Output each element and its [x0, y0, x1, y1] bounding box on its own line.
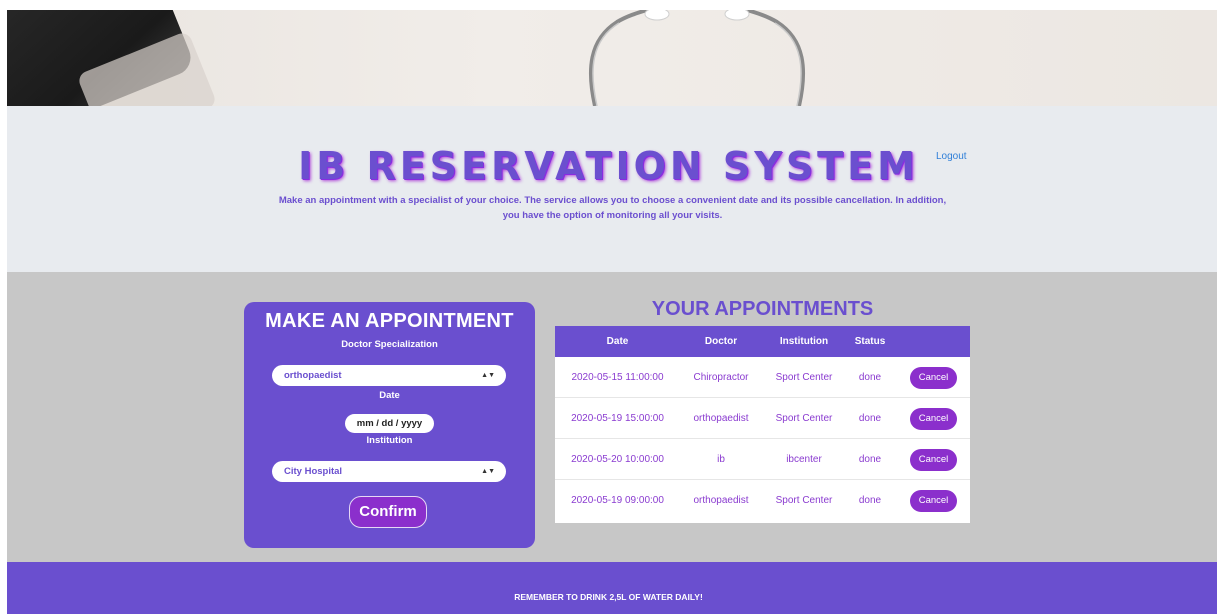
hero-banner-image: [7, 10, 1217, 106]
cell-doctor: Chiropractor: [693, 372, 749, 383]
date-label: Date: [379, 390, 400, 401]
cell-institution: ibcenter: [786, 454, 822, 465]
table-row: 2020-05-15 11:00:00 Chiropractor Sport C…: [555, 357, 970, 398]
cell-date: 2020-05-20 10:00:00: [571, 454, 664, 465]
column-header-institution: Institution: [779, 336, 829, 347]
table-row: 2020-05-19 15:00:00 orthopaedist Sport C…: [555, 398, 970, 439]
table-header: Date Doctor Institution Status: [555, 326, 970, 357]
cell-date: 2020-05-19 15:00:00: [571, 413, 664, 424]
cell-date: 2020-05-15 11:00:00: [571, 372, 664, 383]
footer-message: REMEMBER TO DRINK 2,5L OF WATER DAILY!: [514, 592, 703, 602]
date-input[interactable]: mm / dd / yyyy: [345, 414, 434, 433]
institution-select[interactable]: City Hospital ▲▼: [272, 461, 506, 482]
column-header-status: Status: [854, 336, 886, 347]
column-header-date: Date: [606, 336, 629, 347]
institution-value: City Hospital: [284, 466, 343, 477]
table-row: 2020-05-20 10:00:00 ib ibcenter done Can…: [555, 439, 970, 480]
subtitle-line-1: Make an appointment with a specialist of…: [278, 195, 947, 206]
cell-status: done: [858, 372, 882, 383]
cell-doctor: ib: [717, 454, 725, 465]
cell-status: done: [858, 413, 882, 424]
cancel-button[interactable]: Cancel: [910, 490, 957, 512]
cell-date: 2020-05-19 09:00:00: [571, 495, 664, 506]
institution-label: Institution: [366, 435, 413, 446]
cancel-button[interactable]: Cancel: [910, 408, 957, 430]
select-arrows-icon: ▲▼: [481, 468, 495, 475]
form-title: MAKE AN APPOINTMENT: [265, 310, 514, 332]
specialization-select[interactable]: orthopaedist ▲▼: [272, 365, 506, 386]
cell-institution: Sport Center: [775, 495, 833, 506]
appointments-table: Date Doctor Institution Status 2020-05-1…: [555, 326, 970, 523]
cell-doctor: orthopaedist: [693, 413, 749, 424]
cell-institution: Sport Center: [775, 413, 833, 424]
cell-institution: Sport Center: [775, 372, 833, 383]
appointments-title: YOUR APPOINTMENTS: [651, 298, 874, 320]
subtitle-line-2: you have the option of monitoring all yo…: [502, 210, 723, 221]
cell-doctor: orthopaedist: [693, 495, 749, 506]
logout-link[interactable]: Logout: [936, 151, 967, 162]
specialization-label: Doctor Specialization: [341, 339, 438, 350]
cancel-button[interactable]: Cancel: [910, 449, 957, 471]
appointment-form-card: MAKE AN APPOINTMENT Doctor Specializatio…: [244, 302, 535, 548]
column-header-doctor: Doctor: [704, 336, 738, 347]
cell-status: done: [858, 454, 882, 465]
page-subtitle: Make an appointment with a specialist of…: [230, 193, 995, 223]
table-row: 2020-05-19 09:00:00 orthopaedist Sport C…: [555, 480, 970, 521]
header-section: [7, 106, 1217, 272]
footer: [7, 562, 1217, 614]
select-arrows-icon: ▲▼: [481, 372, 495, 379]
specialization-value: orthopaedist: [284, 370, 342, 381]
stethoscope-image: [589, 10, 805, 106]
confirm-button[interactable]: Confirm: [349, 496, 427, 528]
cell-status: done: [858, 495, 882, 506]
cancel-button[interactable]: Cancel: [910, 367, 957, 389]
page-title: IB RESERVATION SYSTEM: [298, 144, 919, 188]
